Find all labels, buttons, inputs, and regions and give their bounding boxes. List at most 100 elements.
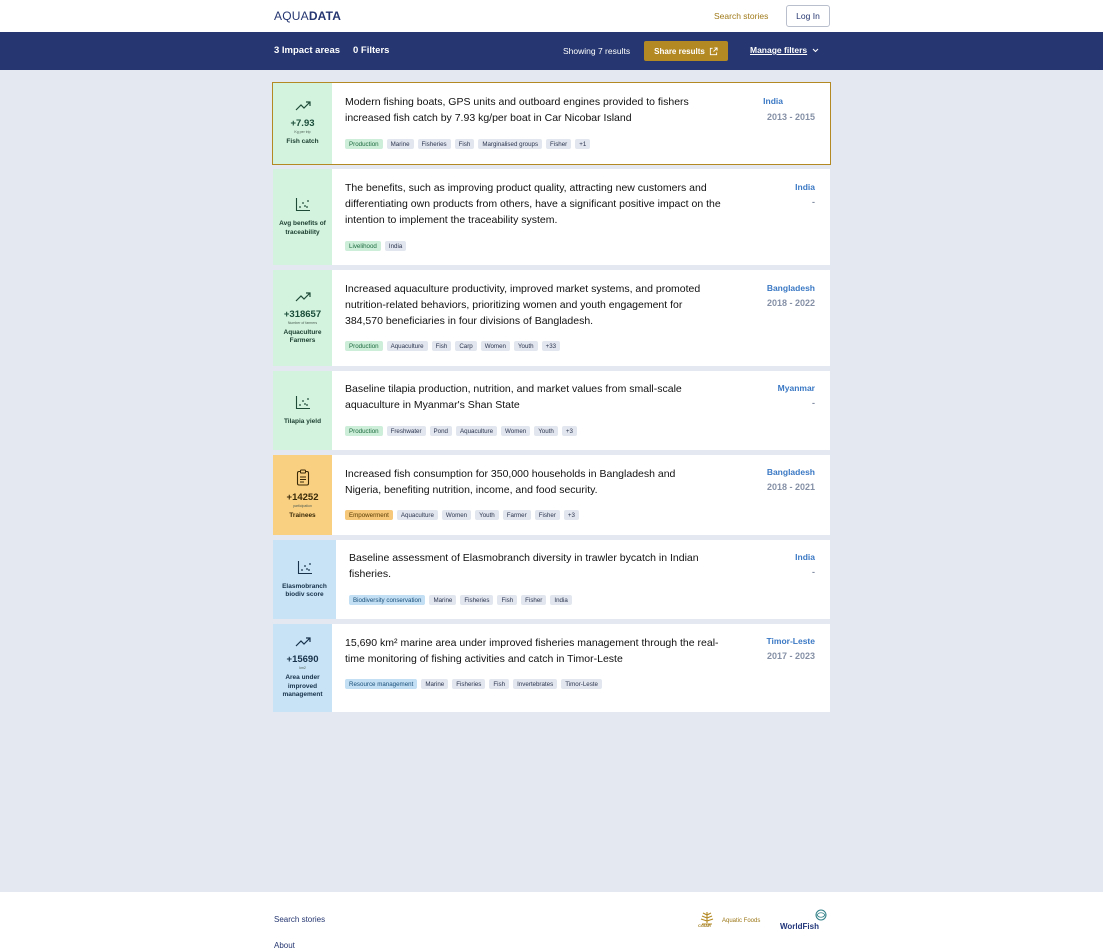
tag: Aquaculture [396, 510, 438, 520]
country-label: India [795, 182, 815, 192]
metric-panel: +7.93 Kg per trip Fish catch [273, 83, 332, 164]
metric-value: +14252 [286, 492, 319, 504]
footer: Search stories About CGIAR Aquatic Foods… [0, 892, 1103, 950]
tag: Fish [431, 341, 452, 351]
tag: Invertebrates [513, 679, 558, 689]
story-title[interactable]: Modern fishing boats, GPS units and outb… [345, 94, 730, 126]
footer-search-stories-link[interactable]: Search stories [274, 915, 325, 924]
metric-panel: Avg benefits of traceability [273, 169, 332, 265]
logo-bold-text: DATA [308, 9, 342, 23]
tag: India [550, 595, 572, 605]
tag: Women [480, 341, 510, 351]
metric-value: +15690 [286, 654, 319, 666]
metric-unit: Kg per trip [294, 130, 311, 135]
tag: Women [501, 426, 531, 436]
tag: Farmer [502, 510, 531, 520]
tag: Women [441, 510, 472, 520]
share-results-button[interactable]: Share results [644, 41, 728, 61]
tag-list: Production Freshwater Pond Aquaculture W… [345, 426, 577, 436]
country-label: Myanmar [777, 383, 815, 393]
story-title[interactable]: The benefits, such as improving product … [345, 180, 725, 228]
tag: Fisher [521, 595, 547, 605]
cgiar-aquatic-foods-logo[interactable]: CGIAR Aquatic Foods [696, 909, 760, 931]
metric-panel: Tilapia yield [273, 371, 332, 450]
login-button[interactable]: Log In [786, 5, 830, 27]
story-card[interactable]: +318657 Number of farmers Aquaculture Fa… [273, 270, 830, 366]
manage-filters-label: Manage filters [750, 45, 808, 55]
trend-up-icon [295, 101, 311, 111]
scatter-chart-icon [297, 560, 312, 574]
footer-about-link[interactable]: About [274, 941, 295, 950]
country-label: India [795, 552, 815, 562]
tag: India [384, 241, 407, 251]
story-card[interactable]: +15690 km2 Area under improved managemen… [273, 624, 830, 712]
fish-globe-icon [815, 909, 827, 921]
filters-toggle[interactable]: 0 Filters [353, 45, 389, 56]
story-card[interactable]: +7.93 Kg per trip Fish catch Modern fish… [272, 82, 831, 165]
tag: Empowerment [345, 510, 393, 520]
tag: Resource management [345, 679, 418, 689]
metric-label: Elasmobranch biodiv score [282, 582, 327, 599]
tag: Timor-Leste [561, 679, 602, 689]
tag-more-count: +33 [541, 341, 561, 351]
tag: Fisher [546, 139, 572, 149]
metric-label: Area under improved management [282, 674, 323, 699]
country-label: Bangladesh [766, 467, 815, 477]
filter-bar: 3 Impact areas 0 Filters Showing 7 resul… [0, 32, 1103, 70]
tag: Marginalised groups [478, 139, 543, 149]
story-title[interactable]: Increased fish consumption for 350,000 h… [345, 466, 711, 498]
chevron-down-icon [812, 48, 819, 52]
impact-areas-toggle[interactable]: 3 Impact areas [274, 45, 340, 56]
story-card[interactable]: +14252 participation Trainees Increased … [273, 455, 830, 535]
results-count: Showing 7 results [563, 46, 631, 56]
scatter-chart-icon [295, 395, 310, 409]
trend-up-icon [295, 291, 311, 301]
manage-filters-link[interactable]: Manage filters [750, 45, 819, 55]
year-range: - [812, 197, 815, 207]
tag: Aquaculture [386, 341, 428, 351]
trend-up-icon [295, 637, 311, 647]
tag-list: Empowerment Aquaculture Women Youth Farm… [345, 510, 579, 520]
tag: Fisheries [452, 679, 486, 689]
story-title[interactable]: Baseline tilapia production, nutrition, … [345, 381, 715, 413]
tag-list: Production Aquaculture Fish Carp Women Y… [345, 341, 561, 351]
year-range: 2018 - 2021 [766, 482, 815, 492]
year-range: - [812, 398, 815, 408]
tag: Pond [429, 426, 452, 436]
external-link-icon [709, 46, 718, 55]
logo[interactable]: AQUADATA [274, 9, 341, 23]
cgiar-small-text: CGIAR [698, 923, 711, 928]
worldfish-text: WorldFish [780, 922, 819, 931]
story-card[interactable]: Elasmobranch biodiv score Baseline asses… [273, 540, 830, 619]
tag: Fish [489, 679, 510, 689]
story-title[interactable]: Baseline assessment of Elasmobranch dive… [349, 550, 704, 582]
tag-more-count: +3 [561, 426, 577, 436]
worldfish-logo[interactable]: WorldFish [780, 909, 830, 933]
tag: Fisher [534, 510, 560, 520]
metric-panel: Elasmobranch biodiv score [273, 540, 336, 619]
tag: Carp [455, 341, 477, 351]
metric-label: Tilapia yield [283, 417, 322, 425]
year-range: - [812, 567, 815, 577]
country-label: Timor-Leste [766, 636, 816, 646]
search-stories-link[interactable]: Search stories [714, 11, 768, 21]
story-card[interactable]: Avg benefits of traceability The benefit… [273, 169, 830, 265]
metric-label: Aquaculture Farmers [283, 328, 322, 345]
story-card[interactable]: Tilapia yield Baseline tilapia productio… [273, 371, 830, 450]
tag: Youth [534, 426, 558, 436]
clipboard-icon [296, 469, 309, 486]
metric-value: +318657 [283, 308, 322, 320]
tag-list: Livelihood India [345, 241, 407, 251]
metric-unit: km2 [299, 666, 306, 671]
metric-panel: +318657 Number of farmers Aquaculture Fa… [273, 270, 332, 366]
tag: Fisheries [417, 139, 451, 149]
year-range: 2017 - 2023 [766, 651, 815, 661]
story-title[interactable]: 15,690 km² marine area under improved fi… [345, 635, 730, 667]
tag: Production [345, 139, 383, 149]
metric-panel: +14252 participation Trainees [273, 455, 332, 535]
story-title[interactable]: Increased aquaculture productivity, impr… [345, 281, 707, 329]
metric-panel: +15690 km2 Area under improved managemen… [273, 624, 332, 712]
tag: Biodiversity conservation [349, 595, 426, 605]
country-label: Bangladesh [766, 283, 815, 293]
tag-list: Production Marine Fisheries Fish Margina… [345, 139, 591, 149]
